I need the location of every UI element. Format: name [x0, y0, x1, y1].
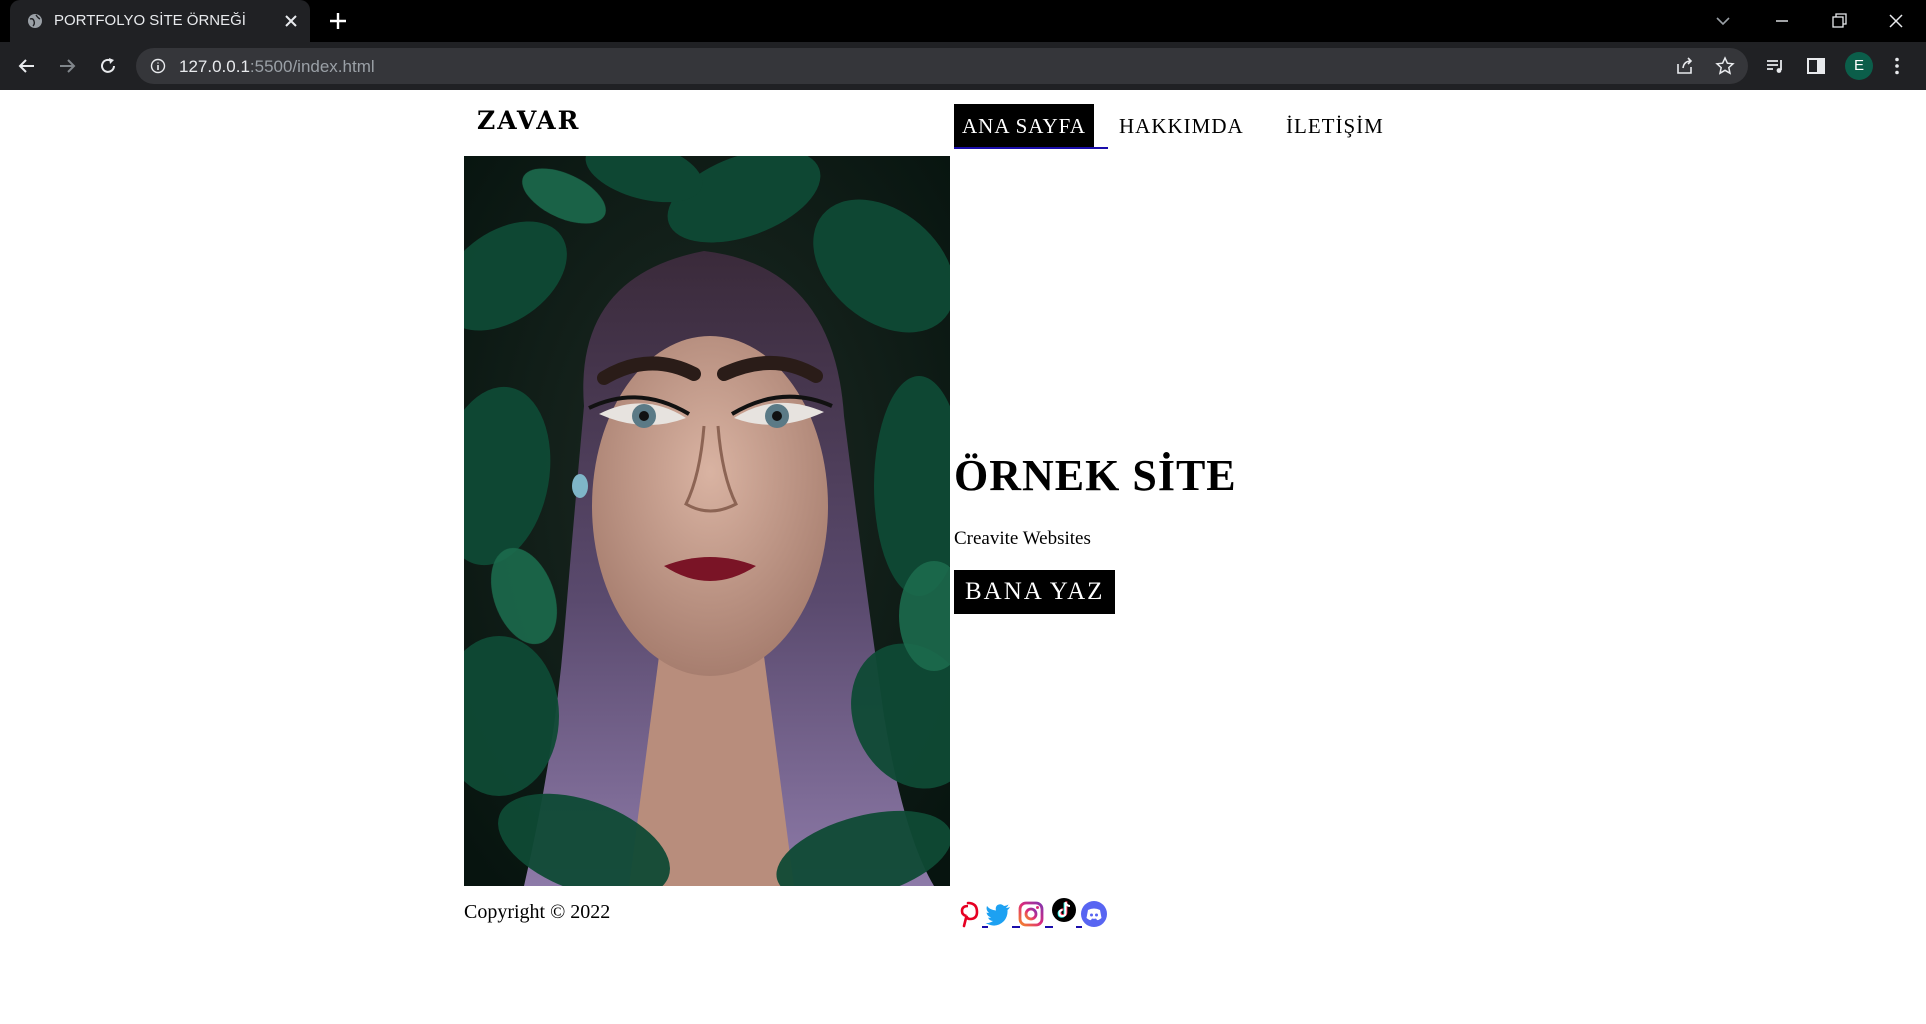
tab-search-icon[interactable]: [1712, 10, 1734, 32]
media-queue-icon[interactable]: [1764, 55, 1786, 77]
hero-subtitle: Creavite Websites: [954, 528, 1091, 549]
hero-title: ÖRNEK SİTE: [954, 451, 1237, 500]
contact-me-button[interactable]: BANA YAZ: [954, 570, 1116, 614]
nav-about-link[interactable]: HAKKIMDA: [1111, 104, 1252, 148]
browser-tab[interactable]: PORTFOLYO SİTE ÖRNEĞİ: [10, 0, 310, 42]
minimize-icon[interactable]: [1771, 10, 1793, 32]
nav-contact-link[interactable]: İLETİŞİM: [1278, 104, 1392, 148]
tiktok-icon[interactable]: [1050, 896, 1078, 924]
new-tab-icon[interactable]: [328, 11, 348, 31]
close-window-icon[interactable]: [1885, 10, 1907, 32]
tab-title: PORTFOLYO SİTE ÖRNEĞİ: [54, 12, 246, 29]
twitter-icon[interactable]: [984, 900, 1012, 928]
nav-home-link[interactable]: ANA SAYFA: [954, 104, 1094, 148]
side-panel-icon[interactable]: [1805, 55, 1827, 77]
pinterest-icon[interactable]: [954, 900, 982, 928]
instagram-icon[interactable]: [1017, 900, 1045, 928]
forward-icon[interactable]: [56, 55, 78, 77]
social-link-underline: [982, 926, 988, 928]
close-tab-icon[interactable]: [283, 13, 299, 29]
bookmark-star-icon[interactable]: [1714, 55, 1736, 77]
discord-icon[interactable]: [1080, 900, 1108, 928]
restore-icon[interactable]: [1828, 10, 1850, 32]
nav-link-underline: [954, 147, 1108, 149]
url-text[interactable]: 127.0.0.1:5500/index.html: [179, 57, 375, 77]
hero-portrait-image: [464, 156, 950, 886]
copyright-text: Copyright © 2022: [464, 901, 611, 923]
back-icon[interactable]: [16, 55, 38, 77]
more-menu-icon[interactable]: [1886, 55, 1908, 77]
browser-toolbar: 127.0.0.1:5500/index.html E: [0, 42, 1926, 90]
social-link-underline: [1045, 926, 1053, 928]
site-logo[interactable]: ZAVAR: [477, 106, 580, 135]
browser-tab-bar: PORTFOLYO SİTE ÖRNEĞİ: [0, 0, 1926, 42]
social-link-underline: [1012, 926, 1020, 928]
web-page: ZAVAR ANA SAYFA HAKKIMDA İLETİŞİM ÖRNEK …: [0, 90, 1926, 1024]
globe-icon: [28, 14, 42, 28]
share-icon[interactable]: [1674, 55, 1696, 77]
social-link-underline: [1076, 926, 1082, 928]
reload-icon[interactable]: [97, 55, 119, 77]
profile-avatar[interactable]: E: [1845, 52, 1873, 80]
address-bar[interactable]: 127.0.0.1:5500/index.html: [136, 48, 1748, 84]
site-info-icon[interactable]: [150, 58, 166, 74]
